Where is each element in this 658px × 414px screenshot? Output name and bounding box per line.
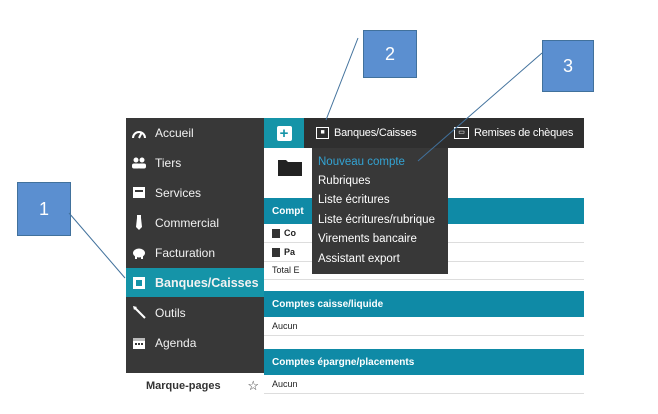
sidebar-item-services[interactable]: Services — [126, 178, 264, 207]
bookmarks-bar[interactable]: Marque-pages ☆ — [126, 373, 264, 398]
piggy-bank-icon — [131, 245, 147, 261]
menu-item-liste-ecritures[interactable]: Liste écritures — [318, 194, 390, 206]
menu-item-rubriques[interactable]: Rubriques — [318, 175, 370, 187]
quick-add-button[interactable]: + — [264, 118, 304, 148]
sidebar-item-tiers[interactable]: Tiers — [126, 148, 264, 177]
calendar-icon — [131, 335, 147, 351]
bank-icon — [131, 275, 147, 291]
bank-icon — [272, 247, 280, 257]
sidebar-item-label: Outils — [155, 305, 186, 320]
section-header-caisse: Comptes caisse/liquide — [264, 291, 584, 317]
sidebar-item-label: Agenda — [155, 335, 197, 350]
sidebar-item-label: Facturation — [155, 245, 216, 260]
tie-icon — [131, 215, 147, 231]
table-row: Aucun — [264, 375, 584, 394]
sidebar-item-banques-caisses[interactable]: Banques/Caisses — [126, 268, 264, 297]
callout-2: 2 — [363, 30, 417, 78]
top-menu-label: Remises de chèques — [474, 127, 574, 139]
menu-item-liste-ecritures-rubrique[interactable]: Liste écritures/rubrique — [318, 214, 435, 226]
wand-icon — [131, 305, 147, 321]
menu-item-virements-bancaire[interactable]: Virements bancaire — [318, 233, 417, 245]
sidebar-item-commercial[interactable]: Commercial — [126, 208, 264, 237]
table-row: Aucun — [264, 317, 584, 336]
banques-dropdown-menu: Nouveau compte Rubriques Liste écritures… — [312, 148, 448, 274]
callout-3: 3 — [542, 40, 594, 92]
star-icon[interactable]: ☆ — [247, 378, 259, 394]
box-icon — [131, 185, 147, 201]
sidebar: Accueil Tiers Services Commercial Factur… — [126, 118, 264, 398]
sidebar-item-label: Services — [155, 185, 202, 200]
top-menu-banques-caisses[interactable]: ■ Banques/Caisses — [316, 118, 417, 148]
folder-icon — [278, 160, 302, 176]
sidebar-item-facturation[interactable]: Facturation — [126, 238, 264, 267]
gauge-icon — [131, 125, 147, 141]
callout-1: 1 — [17, 182, 71, 236]
sidebar-item-accueil[interactable]: Accueil — [126, 118, 264, 147]
sidebar-item-outils[interactable]: Outils — [126, 298, 264, 327]
sidebar-item-label: Banques/Caisses — [155, 275, 259, 290]
bank-icon — [272, 228, 280, 238]
menu-item-assistant-export[interactable]: Assistant export — [318, 253, 400, 265]
sidebar-item-label: Commercial — [155, 215, 220, 230]
bookmarks-label: Marque-pages — [146, 379, 221, 392]
sidebar-item-agenda[interactable]: Agenda — [126, 328, 264, 357]
menu-item-nouveau-compte[interactable]: Nouveau compte — [318, 156, 405, 168]
sidebar-item-label: Tiers — [155, 155, 182, 170]
bank-icon: ■ — [316, 127, 329, 139]
top-menu-label: Banques/Caisses — [334, 127, 417, 139]
sidebar-item-label: Accueil — [155, 125, 194, 140]
cheque-icon: ▭ — [454, 127, 469, 139]
top-menu-remises-cheques[interactable]: ▭ Remises de chèques — [454, 118, 573, 148]
plus-icon: + — [276, 125, 292, 141]
section-header-epargne: Comptes épargne/placements — [264, 349, 584, 375]
top-menu-bar: + ■ Banques/Caisses ▭ Remises de chèques — [264, 118, 584, 148]
users-icon — [131, 155, 147, 171]
